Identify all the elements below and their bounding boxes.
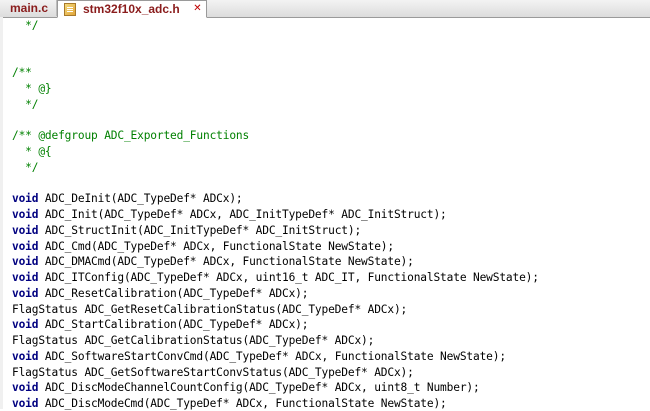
keyword: void [12, 349, 39, 363]
code-line: void ADC_ITConfig(ADC_TypeDef* ADCx, uin… [12, 270, 539, 285]
tab-label: stm32f10x_adc.h [83, 2, 180, 16]
editor-tab-bar: main.c stm32f10x_adc.h ✕ [0, 0, 650, 18]
comment-text: /** [12, 66, 32, 80]
code-text: ADC_DMACmd(ADC_TypeDef* ADCx, Functional… [38, 255, 414, 269]
code-text: FlagStatus ADC_GetCalibrationStatus(ADC_… [12, 334, 375, 347]
code-line: void ADC_DeInit(ADC_TypeDef* ADCx); [12, 191, 243, 206]
code-text: ADC_StructInit(ADC_InitTypeDef* ADC_Init… [38, 223, 362, 237]
code-line: void ADC_ResetCalibration(ADC_TypeDef* A… [12, 286, 309, 301]
code-line: void ADC_DiscModeChannelCountConfig(ADC_… [12, 380, 480, 395]
keyword: void [12, 318, 39, 332]
code-line: void ADC_DMACmd(ADC_TypeDef* ADCx, Funct… [12, 254, 414, 269]
keyword: void [12, 397, 39, 410]
code-line: /** @defgroup ADC_Exported_Functions [12, 128, 249, 143]
code-text: ADC_ITConfig(ADC_TypeDef* ADCx, uint16_t… [38, 271, 539, 284]
keyword: void [12, 271, 39, 284]
code-line: * @{ [12, 144, 52, 159]
comment-text: */ [12, 160, 39, 174]
comment-text: */ [12, 19, 39, 32]
code-line: /** [12, 65, 32, 80]
code-text: ADC_Init(ADC_TypeDef* ADCx, ADC_InitType… [38, 208, 447, 221]
comment-text: /** @defgroup ADC_Exported_Functions [12, 129, 250, 143]
comment-text: * @{ [12, 145, 52, 158]
code-text: ADC_DiscModeChannelCountConfig(ADC_TypeD… [38, 381, 480, 395]
code-text: ADC_ResetCalibration(ADC_TypeDef* ADCx); [38, 286, 309, 300]
code-text: ADC_Cmd(ADC_TypeDef* ADCx, FunctionalSta… [38, 239, 394, 253]
keyword: void [12, 192, 39, 206]
code-text: ADC_DeInit(ADC_TypeDef* ADCx); [38, 192, 243, 206]
code-text: ADC_SoftwareStartConvCmd(ADC_TypeDef* AD… [38, 349, 506, 363]
code-text: FlagStatus ADC_GetResetCalibrationStatus… [12, 302, 408, 316]
code-line: */ [12, 160, 38, 175]
code-line: void ADC_SoftwareStartConvCmd(ADC_TypeDe… [12, 349, 506, 364]
keyword: void [12, 255, 39, 269]
code-line: */ [12, 97, 38, 112]
keyword: void [12, 223, 39, 237]
code-line: */ [12, 18, 38, 33]
code-line: void ADC_StartCalibration(ADC_TypeDef* A… [12, 317, 309, 332]
tab-label: main.c [10, 1, 49, 15]
code-text: ADC_StartCalibration(ADC_TypeDef* ADCx); [38, 318, 309, 332]
keyword: void [12, 239, 39, 253]
code-text: ADC_DiscModeCmd(ADC_TypeDef* ADCx, Funct… [38, 397, 447, 410]
code-line: FlagStatus ADC_GetCalibrationStatus(ADC_… [12, 333, 374, 348]
file-icon [64, 2, 76, 16]
code-text: FlagStatus ADC_GetSoftwareStartConvStatu… [12, 365, 414, 379]
keyword: void [12, 208, 39, 221]
code-editor[interactable]: */ /** * @} */ /** @defgroup ADC_Exported_… [0, 17, 650, 410]
comment-text: */ [12, 97, 39, 111]
code-line: void ADC_Init(ADC_TypeDef* ADCx, ADC_Ini… [12, 207, 447, 222]
code-line: void ADC_StructInit(ADC_InitTypeDef* ADC… [12, 223, 361, 238]
code-line: * @} [12, 81, 52, 96]
code-line: void ADC_Cmd(ADC_TypeDef* ADCx, Function… [12, 239, 394, 254]
keyword: void [12, 381, 39, 395]
close-icon[interactable]: ✕ [192, 3, 203, 14]
tab-main-c[interactable]: main.c [0, 0, 57, 16]
keyword: void [12, 286, 39, 300]
comment-text: * @} [12, 82, 52, 95]
tab-stm32f10x-adc-h[interactable]: stm32f10x_adc.h ✕ [57, 0, 207, 18]
code-line: FlagStatus ADC_GetResetCalibrationStatus… [12, 302, 407, 317]
code-line: FlagStatus ADC_GetSoftwareStartConvStatu… [12, 365, 414, 380]
